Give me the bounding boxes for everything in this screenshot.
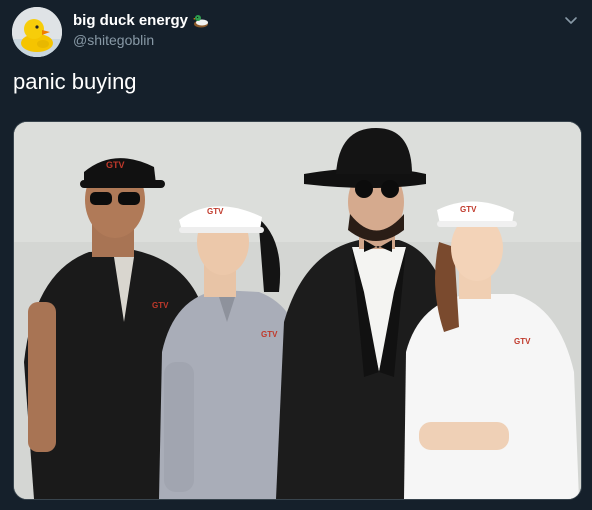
tweet-text: panic buying	[13, 69, 137, 94]
rubber-duck-avatar-icon	[12, 7, 62, 57]
tweet-card[interactable]: big duck energy @shitegoblin panic buyin…	[0, 0, 592, 510]
cap-logo-1: GTV	[106, 160, 125, 170]
group-photo: GTV GTV GTV GTV GTV GTV	[14, 122, 581, 499]
shirt-logo-1: GTV	[152, 301, 169, 310]
chevron-down-icon	[565, 17, 577, 24]
tweet-photo[interactable]: GTV GTV GTV GTV GTV GTV	[13, 121, 582, 500]
user-handle[interactable]: @shitegoblin	[73, 31, 210, 49]
avatar[interactable]	[12, 7, 62, 57]
tweet-header: big duck energy @shitegoblin	[73, 11, 210, 49]
shirt-logo-2: GTV	[261, 330, 278, 339]
display-name[interactable]: big duck energy	[73, 11, 188, 31]
display-name-row[interactable]: big duck energy	[73, 11, 210, 31]
visor-logo-4: GTV	[460, 205, 477, 214]
visor-logo-2: GTV	[207, 207, 224, 216]
tweet-menu-button[interactable]	[562, 11, 580, 29]
shirt-logo-4: GTV	[514, 337, 531, 346]
duck-emoji-icon	[193, 15, 209, 28]
